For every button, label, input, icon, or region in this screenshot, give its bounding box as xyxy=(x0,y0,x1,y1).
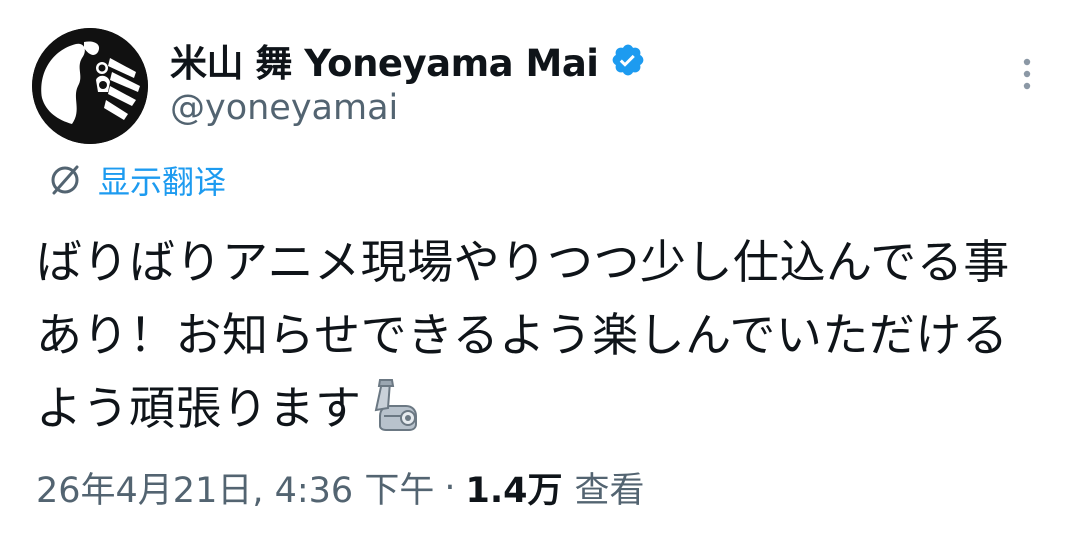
author-display-name[interactable]: 米山 舞 Yoneyama Mai xyxy=(170,33,599,87)
author-name-row: 米山 舞 Yoneyama Mai xyxy=(170,34,646,86)
tweet-body: ばりばりアニメ現場やりつつ少し仕込んでる事あり！お知らせできるよう楽しんでいただ… xyxy=(36,235,1010,435)
author-handle[interactable]: @yoneyamai xyxy=(170,88,398,128)
tweet-timestamp[interactable]: 26年4月21日, 4:36 下午 xyxy=(36,462,434,513)
verified-badge-icon xyxy=(610,42,646,78)
show-translation-label: 显示翻译 xyxy=(98,163,227,201)
tweet-meta: 26年4月21日, 4:36 下午 · 1.4万 查看 xyxy=(36,462,645,513)
mechanical-arm-emoji-icon xyxy=(366,376,424,434)
more-vertical-icon[interactable] xyxy=(1012,54,1042,94)
meta-separator: · xyxy=(444,467,456,508)
avatar-illustration-icon xyxy=(32,28,148,144)
views-count: 1.4万 xyxy=(465,471,563,511)
tweet-text: ばりばりアニメ現場やりつつ少し仕込んでる事あり！お知らせできるよう楽しんでいただ… xyxy=(36,226,1046,445)
avatar[interactable] xyxy=(32,28,148,144)
show-translation-link[interactable]: 显示翻译 xyxy=(46,157,226,203)
views-label: 查看 xyxy=(574,471,645,511)
translate-icon xyxy=(46,161,84,199)
tweet-card: 米山 舞 Yoneyama Mai @yoneyamai 显示翻译 ばりばりアニ… xyxy=(0,0,1080,542)
